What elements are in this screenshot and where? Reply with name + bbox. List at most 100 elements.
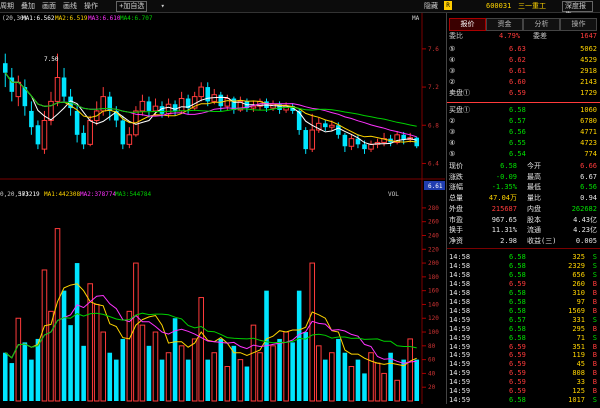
vol-bar-52 [342, 352, 348, 401]
trade-price-15: 6.59 [509, 387, 526, 396]
add-watchlist-button[interactable]: +加自选 [116, 1, 148, 12]
depth-report-button[interactable]: 深度报告 [562, 1, 593, 19]
asks-row-1[interactable]: ④ 6.62 4529 [447, 55, 600, 65]
hide-panel-button[interactable]: 隐藏 [424, 0, 438, 12]
bids-row-1[interactable]: ② 6.57 6780 [447, 116, 600, 126]
quote-row-4: 外盘 215687 内盘 262682 [447, 204, 600, 214]
toolbar-close-icon[interactable]: ▾ [161, 2, 165, 10]
trade-volume-9: 71 [576, 333, 585, 342]
quote-value2-7: 0.005 [575, 236, 597, 245]
bids-volume-3: 4723 [580, 139, 597, 147]
asks-row-2[interactable]: ③ 6.61 2918 [447, 66, 600, 76]
quote-value2-4: 262682 [571, 204, 597, 213]
vol-bar-55 [362, 373, 367, 401]
vol-bar-22 [146, 345, 152, 401]
vol-bar-31 [205, 359, 211, 401]
tab-3[interactable]: 操作 [560, 18, 597, 31]
trade-price-12: 6.59 [509, 360, 526, 369]
tab-0[interactable]: 报价 [449, 18, 486, 31]
trade-time-3: 14:58 [449, 279, 471, 288]
stock-code: 600031 [486, 2, 512, 10]
bids-row-4[interactable]: ⑤ 6.54 774 [447, 149, 600, 159]
vol-tick-label-6: 160 [428, 288, 439, 295]
bids-row-0[interactable]: 买盘① 6.58 1060 [447, 105, 600, 115]
asks-row-3[interactable]: ② 6.60 2143 [447, 77, 600, 87]
tab-2[interactable]: 分析 [523, 18, 560, 31]
asks-row-4[interactable]: 卖盘① 6.59 1729 [447, 88, 600, 98]
trade-volume-0: 325 [572, 253, 585, 261]
vol-tick-label-13: 20 [428, 384, 436, 391]
tab-1[interactable]: 资金 [486, 18, 523, 31]
toolbar-item-4[interactable]: 操作 [84, 2, 98, 10]
trade-price-9: 6.58 [509, 333, 526, 342]
trade-price-6: 6.58 [509, 306, 526, 315]
quote-label-3: 总量 [449, 194, 463, 203]
toolbar-item-2[interactable]: 画面 [42, 2, 56, 10]
quote-row-1: 涨跌 -0.09 最高 6.67 [447, 172, 600, 182]
candle-body-26 [172, 104, 178, 111]
candle-body-13 [87, 119, 93, 145]
vol-tick-label-5: 180 [428, 274, 439, 281]
quote-value2-0: 6.66 [580, 162, 597, 170]
trade-volume-4: 310 [572, 288, 585, 297]
trade-volume-10: 351 [572, 342, 585, 351]
trade-time-6: 14:58 [449, 306, 471, 315]
asks-level-0: ⑤ [449, 45, 456, 53]
vol-tick-label-1: 260 [428, 219, 439, 226]
toolbar-item-3[interactable]: 画线 [63, 2, 77, 10]
candle-body-53 [348, 138, 355, 147]
toolbar-item-0[interactable]: 周期 [0, 2, 14, 10]
candle-body-6 [41, 119, 48, 150]
ma-label-right: MA [412, 15, 420, 22]
vol-bar-9 [61, 290, 67, 401]
quote-value-5: 967.65 [491, 215, 517, 224]
trade-price-14: 6.59 [509, 378, 526, 387]
vol-bar-42 [277, 338, 282, 401]
quote-value2-3: 0.94 [580, 194, 597, 203]
trade-price-2: 6.58 [509, 270, 526, 279]
candle-body-7 [48, 100, 54, 121]
quote-value-3: 47.04万 [488, 194, 517, 203]
trade-time-12: 14:59 [449, 360, 471, 369]
trade-price-11: 6.59 [509, 351, 526, 360]
asks-level-2: ③ [449, 67, 456, 75]
candle-body-27 [178, 98, 185, 112]
trade-row-6: 14:58 6.58 1569 B [447, 307, 600, 316]
candle-body-25 [165, 103, 172, 115]
candle-body-56 [368, 143, 374, 150]
vol-bar-10 [68, 325, 73, 401]
trade-volume-1: 2329 [568, 261, 585, 270]
trade-time-0: 14:58 [449, 253, 471, 261]
trade-row-1: 14:58 6.58 2329 S [447, 262, 600, 271]
kline-chart-svg[interactable]: (20,30) MA1:6.562 MA2:6.519 MA3:6.610 MA… [0, 13, 445, 404]
bids-row-3[interactable]: ④ 6.55 4723 [447, 138, 600, 148]
vol-bar-37 [244, 366, 250, 401]
quote-label2-3: 量比 [527, 194, 541, 203]
candle-body-55 [362, 144, 367, 150]
vol-bar-24 [159, 359, 165, 401]
vol-bar-46 [303, 332, 308, 401]
candle-body-33 [218, 94, 224, 107]
chart-area[interactable]: (20,30) MA1:6.562 MA2:6.519 MA3:6.610 MA… [0, 13, 445, 404]
trade-side-10: B [592, 342, 597, 351]
trade-time-4: 14:58 [449, 288, 471, 297]
ma2-label: MA2:6.519 [55, 15, 88, 22]
quote-label-7: 净资 [449, 236, 463, 245]
trade-row-12: 14:59 6.59 45 B [447, 360, 600, 369]
trade-volume-6: 1569 [568, 306, 585, 315]
candle-body-0 [2, 63, 8, 73]
toolbar-item-1[interactable]: 叠加 [21, 2, 35, 10]
asks-row-0[interactable]: ⑤ 6.63 5062 [447, 44, 600, 54]
candle-body-22 [146, 101, 152, 111]
vol-tick-label-12: 40 [428, 370, 436, 377]
vol-bar-3 [22, 342, 28, 401]
trade-price-10: 6.59 [509, 342, 526, 351]
trade-side-1: S [592, 261, 597, 270]
trade-price-1: 6.58 [509, 261, 526, 270]
trade-price-7: 6.57 [509, 315, 526, 324]
vol-tick-label-4: 200 [428, 260, 439, 267]
trade-side-9: S [592, 333, 597, 342]
quote-value2-2: 6.56 [580, 183, 597, 192]
bids-row-2[interactable]: ③ 6.56 4771 [447, 127, 600, 137]
asks-level-1: ④ [449, 56, 456, 64]
